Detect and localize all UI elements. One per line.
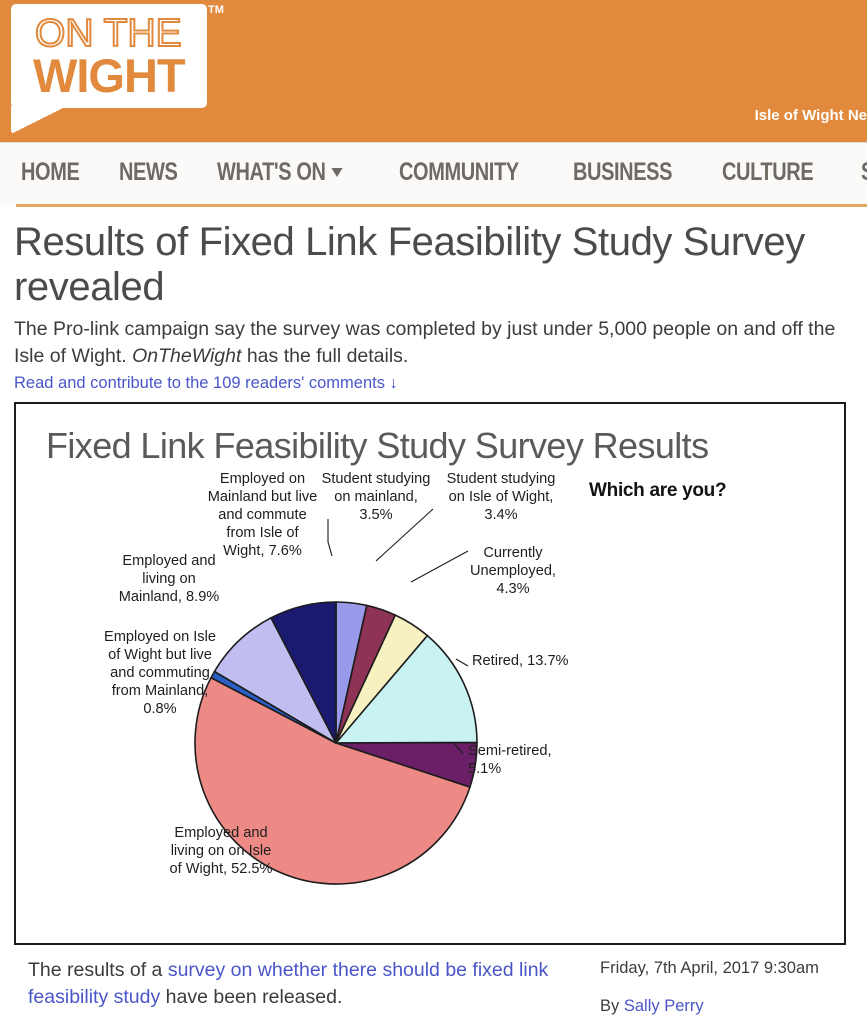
chart-figure: Fixed Link Feasibility Study Survey Resu… xyxy=(14,402,846,945)
pie-label-employed-mainland-commute-iow: Employed on Mainland but live and commut… xyxy=(207,471,318,559)
article-standfirst: The Pro-link campaign say the survey was… xyxy=(14,316,853,370)
nav-bottom-rule xyxy=(16,204,867,207)
trademark-symbol: TM xyxy=(208,4,224,16)
pie-label-employed-living-iow: Employed and living on on Isle of Wight,… xyxy=(169,825,273,877)
pie-label-currently-unemployed: Currently Unemployed, 4.3% xyxy=(470,545,556,597)
site-masthead: ON THE WIGHT TM Isle of Wight Ne xyxy=(0,0,867,142)
nav-item-list: HOME NEWS WHAT'S ON COMMUNITY BUSINESS C… xyxy=(21,158,867,187)
pie-label-semi-retired: Semi-retired, 5.1% xyxy=(468,743,552,777)
site-tagline: Isle of Wight Ne xyxy=(754,107,867,124)
nav-item-whats-on[interactable]: WHAT'S ON xyxy=(217,158,343,187)
standfirst-brand-emphasis: OnTheWight xyxy=(132,345,242,367)
nav-item-home[interactable]: HOME xyxy=(21,158,80,187)
nav-item-sports[interactable]: SPORTS xyxy=(861,158,867,187)
page-title: Results of Fixed Link Feasibility Study … xyxy=(14,220,805,309)
nav-item-news[interactable]: NEWS xyxy=(119,158,178,187)
comments-link[interactable]: Read and contribute to the 109 readers' … xyxy=(14,372,853,394)
body-text-one: The results of a xyxy=(28,959,168,981)
nav-item-whats-on-label: WHAT'S ON xyxy=(217,158,326,186)
byline-prefix: By xyxy=(600,997,624,1015)
publish-date: Friday, 7th April, 2017 9:30am xyxy=(600,959,819,977)
nav-item-culture[interactable]: CULTURE xyxy=(722,158,814,187)
pie-label-retired: Retired, 13.7% xyxy=(472,653,569,669)
chevron-down-icon xyxy=(331,168,343,177)
article-container: Results of Fixed Link Feasibility Study … xyxy=(0,220,867,1017)
nav-item-business[interactable]: BUSINESS xyxy=(573,158,672,187)
logo-speech-bubble-tail xyxy=(11,106,67,134)
main-navigation: HOME NEWS WHAT'S ON COMMUNITY BUSINESS C… xyxy=(0,142,867,207)
leader-line-student-mainland xyxy=(327,519,333,557)
byline-author-link[interactable]: Sally Perry xyxy=(624,997,704,1015)
site-logo[interactable]: ON THE WIGHT xyxy=(11,4,207,108)
pie-label-student-isle-of-wight: Student studying on Isle of Wight, 3.4% xyxy=(446,471,556,523)
logo-line-two: WIGHT xyxy=(33,49,186,102)
article-meta: Friday, 7th April, 2017 9:30am By Sally … xyxy=(600,957,819,1017)
pie-label-employed-living-mainland: Employed and living on Mainland, 8.9% xyxy=(118,553,220,605)
byline: By Sally Perry xyxy=(600,995,819,1017)
standfirst-text-two: has the full details. xyxy=(241,345,409,367)
leader-line-retired xyxy=(455,658,469,667)
nav-item-community[interactable]: COMMUNITY xyxy=(399,158,519,187)
pie-label-employed-iow-commute-mainland: Employed on Isle of Wight but live and c… xyxy=(104,629,216,717)
body-text-two: have been released. xyxy=(160,986,343,1008)
article-body-text: The results of a survey on whether there… xyxy=(28,957,573,1017)
pie-label-student-mainland: Student studying on mainland, 3.5% xyxy=(321,471,431,523)
article-footer: The results of a survey on whether there… xyxy=(14,957,853,1017)
logo-line-one: ON THE xyxy=(34,12,183,55)
